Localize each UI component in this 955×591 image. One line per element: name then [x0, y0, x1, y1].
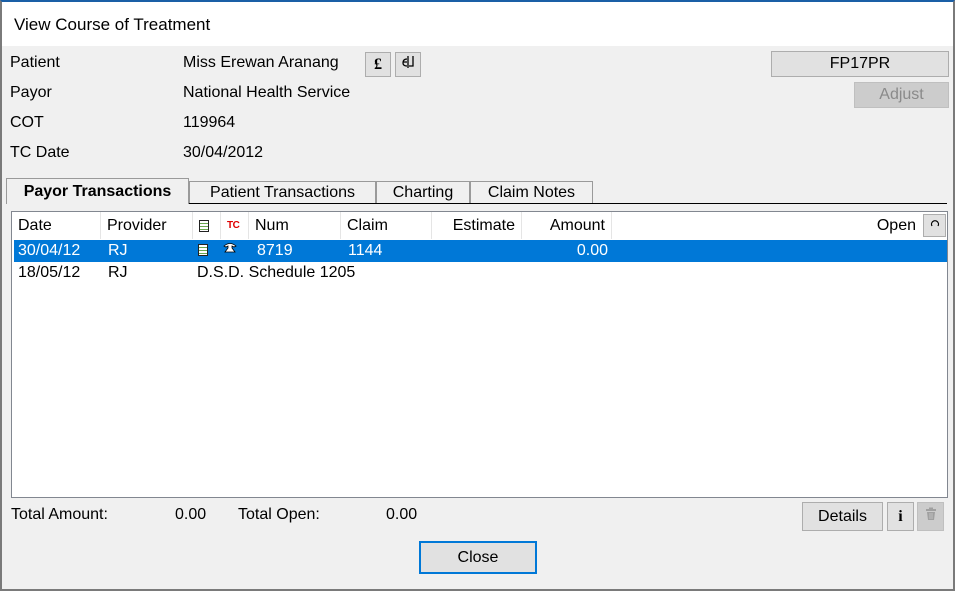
- split-icon: [401, 55, 415, 74]
- delete-button[interactable]: [917, 502, 944, 531]
- split-payment-button[interactable]: [395, 52, 421, 77]
- tab-charting[interactable]: Charting: [376, 181, 470, 203]
- info-button[interactable]: i: [887, 502, 914, 531]
- pound-button[interactable]: £: [365, 52, 391, 77]
- close-button[interactable]: Close: [419, 541, 537, 574]
- col-open[interactable]: Open: [612, 212, 922, 239]
- row-amount: 0.00: [576, 242, 608, 259]
- row-provider: RJ: [108, 264, 128, 281]
- tc-date-label: TC Date: [10, 144, 70, 161]
- adjust-button[interactable]: Adjust: [854, 82, 949, 108]
- info-icon: i: [898, 507, 903, 525]
- details-button[interactable]: Details: [802, 502, 883, 531]
- tab-patient-transactions[interactable]: Patient Transactions: [189, 181, 376, 203]
- tc-icon: TC: [227, 220, 240, 231]
- trash-icon: [925, 507, 937, 526]
- dialog-window: View Course of Treatment Patient Miss Er…: [0, 0, 955, 591]
- row-date: 30/04/12: [18, 242, 81, 259]
- table-row[interactable]: 18/05/12 RJ D.S.D. Schedule 1205: [14, 262, 947, 284]
- refresh-icon: [930, 219, 940, 232]
- pound-icon: £: [374, 55, 382, 73]
- tab-payor-transactions[interactable]: Payor Transactions: [6, 178, 189, 204]
- col-tc[interactable]: TC: [221, 212, 249, 239]
- document-icon: [198, 243, 208, 261]
- document-icon: [199, 219, 209, 232]
- col-document[interactable]: [193, 212, 221, 239]
- row-provider: RJ: [108, 242, 128, 259]
- patient-label: Patient: [10, 54, 60, 71]
- cot-label: COT: [10, 114, 44, 131]
- table-row[interactable]: 30/04/12 RJ 8719 1144 0.00: [14, 240, 947, 262]
- col-provider[interactable]: Provider: [101, 212, 193, 239]
- payor-label: Payor: [10, 84, 52, 101]
- cot-value: 119964: [183, 114, 236, 131]
- total-open-value: 0.00: [386, 506, 418, 523]
- fp17pr-button[interactable]: FP17PR: [771, 51, 949, 77]
- total-amount-value: 0.00: [175, 506, 207, 523]
- telephone-icon: [223, 241, 237, 259]
- window-title: View Course of Treatment: [14, 15, 211, 34]
- col-estimate[interactable]: Estimate: [432, 212, 522, 239]
- row-description: D.S.D. Schedule 1205: [197, 264, 356, 281]
- row-claim: 1144: [348, 242, 383, 259]
- col-claim[interactable]: Claim: [341, 212, 432, 239]
- tab-strip-line: [189, 203, 947, 204]
- total-amount-label: Total Amount:: [11, 506, 108, 523]
- row-date: 18/05/12: [18, 264, 81, 281]
- row-num: 8719: [257, 242, 293, 259]
- tab-claim-notes[interactable]: Claim Notes: [470, 181, 593, 203]
- total-open-label: Total Open:: [238, 506, 320, 523]
- col-amount[interactable]: Amount: [522, 212, 612, 239]
- patient-value: Miss Erewan Aranang: [183, 54, 339, 71]
- tc-date-value: 30/04/2012: [183, 144, 264, 161]
- col-date[interactable]: Date: [12, 212, 101, 239]
- title-bar[interactable]: View Course of Treatment: [2, 2, 953, 46]
- transactions-grid[interactable]: Date Provider TC Num Claim Estimate Amou…: [11, 211, 948, 498]
- refresh-button[interactable]: [923, 214, 946, 237]
- col-num[interactable]: Num: [249, 212, 341, 239]
- grid-header: Date Provider TC Num Claim Estimate Amou…: [12, 212, 947, 239]
- payor-value: National Health Service: [183, 84, 351, 101]
